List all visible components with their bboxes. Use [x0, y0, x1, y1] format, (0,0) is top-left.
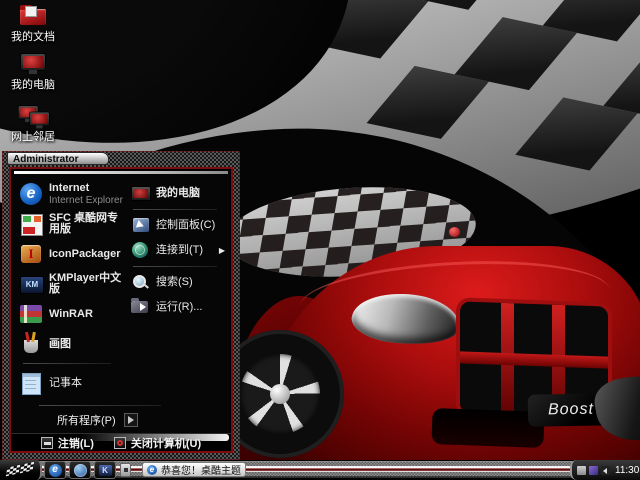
- shut-down-icon: [114, 437, 126, 449]
- run-icon: [131, 298, 150, 317]
- menu-item-winrar[interactable]: WinRAR: [17, 299, 125, 329]
- menu-item-kmplayer[interactable]: KM KMPlayer中文版: [17, 269, 125, 299]
- menu-item-title: 画图: [49, 339, 71, 350]
- menu-item-label: 搜索(S): [156, 277, 193, 288]
- menu-item-title: IconPackager: [49, 249, 121, 260]
- all-programs-label: 所有程序(P): [57, 412, 116, 428]
- start-menu-user-name: Administrator: [7, 152, 109, 165]
- iconpackager-icon: I: [19, 242, 43, 266]
- media-player-icon: K: [99, 465, 112, 476]
- log-off-icon: [41, 437, 53, 449]
- menu-item-title: SFC 桌酷网专用版: [49, 213, 123, 235]
- connect-to-icon: [131, 241, 150, 260]
- start-menu-top-strip: [14, 171, 228, 174]
- plate-text: Boost: [548, 401, 594, 420]
- taskbar: e K e 恭喜您！桌酷主题... 11:30: [0, 460, 640, 480]
- submenu-arrow-icon: ▶: [219, 246, 227, 255]
- menu-item-title: Internet: [49, 183, 123, 194]
- shut-down-label: 关闭计算机(U): [131, 435, 201, 451]
- start-menu-pinned-column: e Internet Internet Explorer SFC 桌酷网专用版 …: [11, 175, 125, 403]
- menu-item-title: KMPlayer中文版: [49, 273, 123, 295]
- menu-item-sfc[interactable]: SFC 桌酷网专用版: [17, 209, 125, 239]
- globe-icon: [74, 464, 87, 477]
- my-computer-icon: [131, 184, 150, 203]
- menu-item-title: 记事本: [49, 378, 82, 389]
- my-computer-icon: [18, 52, 48, 76]
- car-wheel-hub: [270, 384, 290, 404]
- quick-launch-expand-button[interactable]: [120, 463, 131, 477]
- my-documents-icon: [18, 4, 48, 28]
- desktop-icon-label: 我的电脑: [2, 79, 64, 91]
- search-icon: [131, 273, 150, 292]
- desktop-icon-label: 我的文档: [2, 31, 64, 43]
- winrar-icon: [19, 302, 43, 326]
- car-hood-ornament: [449, 227, 460, 237]
- notepad-icon: [19, 371, 43, 395]
- log-off-label: 注销(L): [58, 435, 94, 451]
- menu-item-title: WinRAR: [49, 309, 93, 320]
- ie-icon: e: [49, 464, 62, 477]
- menu-item-label: 我的电脑: [156, 188, 200, 199]
- ie-icon: e: [147, 465, 157, 475]
- log-off-button[interactable]: 注销(L): [41, 435, 94, 451]
- quick-launch-media-player[interactable]: K: [94, 461, 116, 479]
- sfc-icon: [19, 212, 43, 236]
- kmplayer-icon: KM: [19, 272, 43, 296]
- start-menu-frame: Administrator e Internet Internet Explor…: [2, 151, 240, 460]
- start-menu-body: e Internet Internet Explorer SFC 桌酷网专用版 …: [9, 167, 233, 453]
- internet-explorer-icon: e: [19, 182, 43, 206]
- quick-launch-internet-explorer[interactable]: e: [44, 461, 66, 479]
- menu-separator: [39, 405, 161, 406]
- menu-item-iconpackager[interactable]: I IconPackager: [17, 239, 125, 269]
- taskbar-task-button[interactable]: e 恭喜您！桌酷主题...: [142, 462, 246, 477]
- quick-launch-bar: e K: [44, 461, 134, 479]
- tray-app-icon[interactable]: [589, 466, 598, 475]
- start-menu-system-column: 我的电脑 控制面板(C) 连接到(T) ▶ 搜索(: [125, 175, 231, 403]
- menu-separator: [133, 209, 217, 210]
- all-programs-button[interactable]: 所有程序(P): [11, 408, 231, 433]
- start-flag-icon: [20, 462, 35, 474]
- menu-item-notepad[interactable]: 记事本: [17, 368, 125, 398]
- taskbar-clock[interactable]: 11:30: [615, 465, 639, 476]
- shut-down-button[interactable]: 关闭计算机(U): [114, 435, 201, 451]
- desktop-icon-label: 网上邻居: [2, 131, 64, 143]
- start-flag-icon: [6, 464, 21, 476]
- menu-item-run[interactable]: 运行(R)...: [129, 295, 229, 320]
- start-button[interactable]: [0, 460, 42, 480]
- start-menu-bottom-bar: 注销(L) 关闭计算机(U): [11, 433, 231, 451]
- task-button-label: 恭喜您！桌酷主题...: [161, 462, 241, 477]
- all-programs-arrow-icon: [124, 413, 138, 427]
- paint-icon: [19, 332, 43, 356]
- quick-launch-browser[interactable]: [69, 461, 91, 479]
- system-tray: 11:30: [570, 460, 640, 480]
- menu-item-search[interactable]: 搜索(S): [129, 270, 229, 295]
- menu-item-control-panel[interactable]: 控制面板(C): [129, 213, 229, 238]
- menu-item-label: 控制面板(C): [156, 220, 215, 231]
- menu-item-my-computer[interactable]: 我的电脑: [129, 181, 229, 206]
- menu-separator: [133, 266, 217, 267]
- menu-separator: [23, 363, 111, 364]
- desktop-icon-my-computer[interactable]: 我的电脑: [2, 52, 64, 91]
- menu-item-internet[interactable]: e Internet Internet Explorer: [17, 179, 125, 209]
- desktop-icon-network-places[interactable]: 网上邻居: [2, 104, 64, 143]
- menu-item-label: 连接到(T): [156, 245, 203, 256]
- control-panel-icon: [131, 216, 150, 235]
- start-menu: Administrator e Internet Internet Explor…: [2, 151, 240, 460]
- desktop-icon-my-documents[interactable]: 我的文档: [2, 4, 64, 43]
- menu-item-label: 运行(R)...: [156, 302, 202, 313]
- tray-volume-icon[interactable]: [601, 466, 610, 475]
- menu-item-subtitle: Internet Explorer: [49, 195, 123, 206]
- menu-item-paint[interactable]: 画图: [17, 329, 125, 359]
- network-places-icon: [18, 104, 48, 128]
- menu-item-connect-to[interactable]: 连接到(T) ▶: [129, 238, 229, 263]
- tray-eject-icon[interactable]: [577, 466, 586, 475]
